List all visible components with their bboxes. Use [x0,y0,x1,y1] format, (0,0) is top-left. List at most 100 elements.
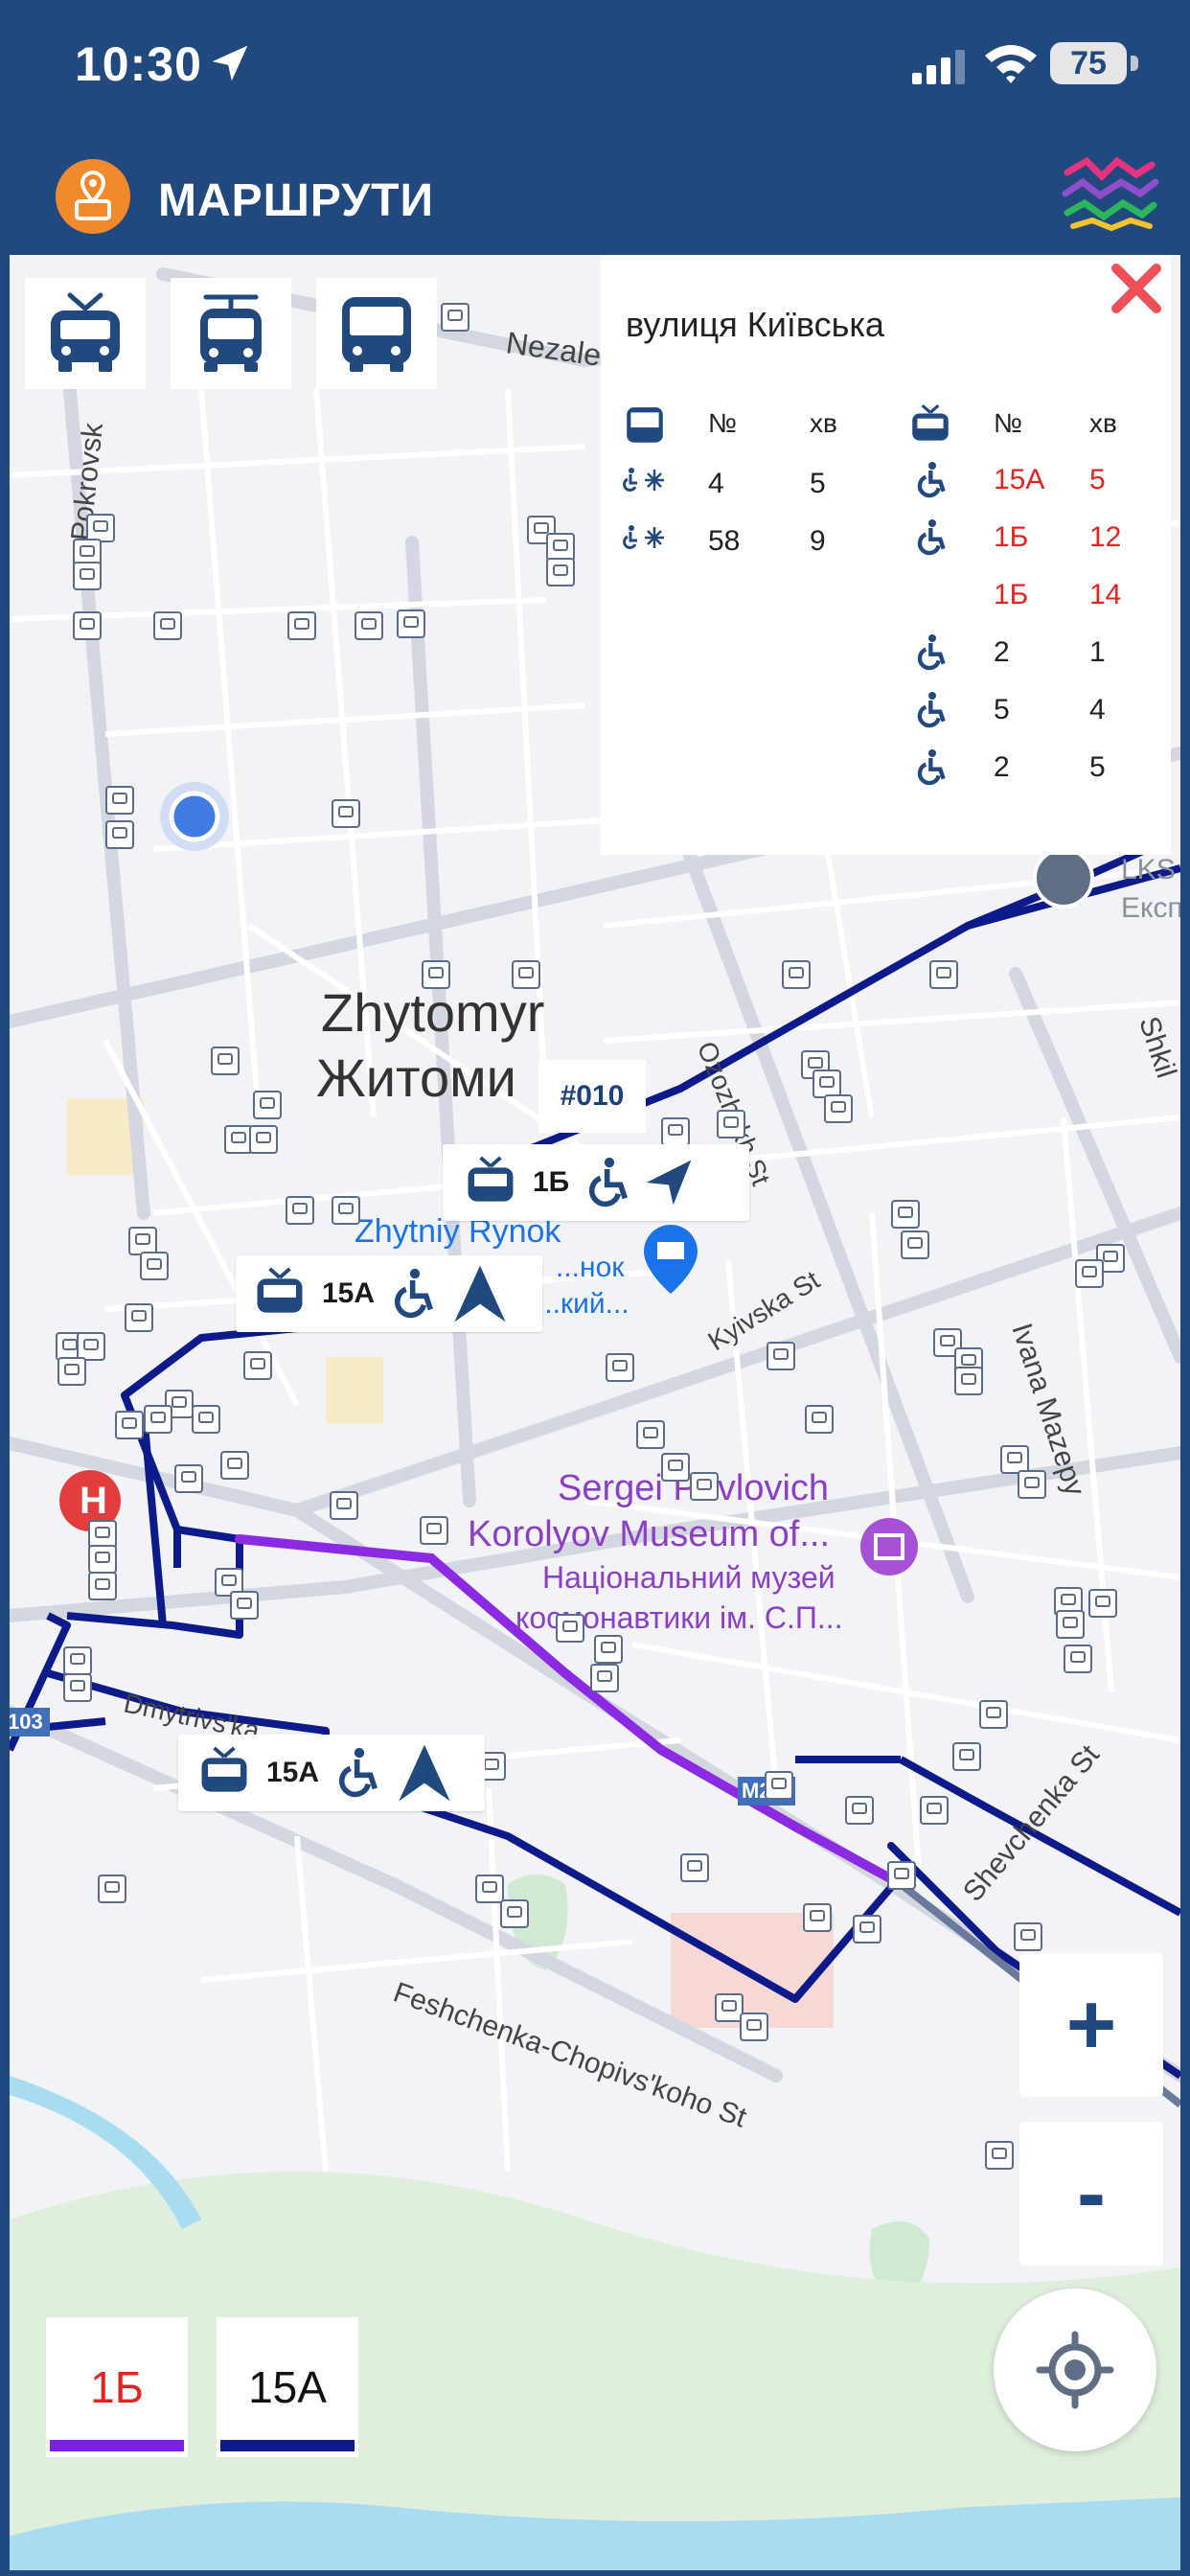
stop-marker-icon[interactable] [332,1196,360,1225]
stop-marker-icon[interactable] [803,1903,832,1932]
stop-marker-icon[interactable] [286,1196,314,1225]
bus-icon [342,297,411,372]
vehicle-marker[interactable]: 15А [236,1255,542,1332]
stop-marker-icon[interactable] [717,1110,745,1138]
stop-marker-icon[interactable] [73,611,102,640]
stop-marker-icon[interactable] [661,1117,690,1146]
stop-marker-icon[interactable] [253,1091,282,1119]
stop-marker-icon[interactable] [1064,1644,1092,1673]
bus-mode-button[interactable] [316,278,437,389]
stop-marker-icon[interactable] [853,1915,881,1944]
stop-marker-icon[interactable] [500,1899,529,1928]
stop-marker-icon[interactable] [901,1230,929,1259]
stop-marker-icon[interactable] [57,1357,86,1386]
stop-marker-icon[interactable] [1014,1922,1042,1951]
locate-me-button[interactable] [994,2288,1156,2451]
stop-marker-icon[interactable] [144,1405,172,1434]
stop-marker-icon[interactable] [355,611,383,640]
stop-marker-icon[interactable] [153,611,182,640]
trolleybus-icon [51,292,120,372]
stop-marker-icon[interactable] [105,820,134,849]
stop-marker-icon[interactable] [125,1303,153,1332]
stop-marker-icon[interactable] [740,2012,768,2041]
stop-marker-icon[interactable] [220,1451,249,1480]
stop-marker-icon[interactable] [765,1771,793,1800]
stop-marker-icon[interactable] [512,960,540,989]
trolleybus-mode-button[interactable] [25,278,146,389]
stop-marker-icon[interactable] [88,1545,117,1574]
stop-marker-icon[interactable] [805,1405,834,1434]
stop-marker-icon[interactable] [475,1874,504,1903]
stop-marker-icon[interactable] [249,1125,278,1154]
stop-marker-icon[interactable] [1075,1259,1104,1288]
map-view[interactable]: Nezale Pokrovsk Zhytomyr Житоми Zhytniy … [10,255,1180,2570]
stop-marker-icon[interactable] [594,1635,623,1664]
stop-marker-icon[interactable] [332,799,360,828]
stop-marker-icon[interactable] [546,558,575,586]
bus-arrival-min: 5 [810,468,826,499]
stop-marker-icon[interactable] [105,786,134,815]
stop-marker-icon[interactable] [230,1591,259,1620]
stop-marker-icon[interactable] [824,1094,853,1123]
wheelchair-icon [913,632,951,678]
stop-marker-icon[interactable] [661,1453,690,1482]
route-chip-label: 15А [248,2362,327,2412]
zoom-out-button[interactable]: - [1019,2122,1163,2266]
stop-marker-icon[interactable] [1088,1589,1117,1618]
stop-marker-icon[interactable] [680,1853,709,1882]
trolley-arrival-min: 1 [1089,636,1106,668]
stop-marker-icon[interactable] [287,611,316,640]
city-brand-icon[interactable] [1058,153,1163,234]
stop-marker-icon[interactable] [954,1367,983,1395]
stop-marker-icon[interactable] [887,1861,916,1890]
stop-marker-icon[interactable] [891,1200,920,1229]
close-icon[interactable] [1109,261,1164,316]
trolley-arrival-min: 5 [1089,751,1106,783]
stop-marker-icon[interactable] [397,610,425,638]
stop-marker-icon[interactable] [929,960,958,989]
stop-marker-icon[interactable] [211,1046,240,1075]
stop-marker-icon[interactable] [979,1700,1008,1729]
vehicle-marker[interactable]: 1Б [443,1144,749,1221]
stop-marker-icon[interactable] [782,960,811,989]
vehicle-route-number: 15А [322,1277,376,1309]
route-chip-1b[interactable]: 1Б [46,2317,188,2457]
stop-marker-icon[interactable] [636,1420,665,1449]
stop-marker-icon[interactable] [767,1342,795,1370]
map-label-lks: LKS [1121,854,1176,886]
app-logo-icon[interactable] [56,159,130,234]
route-chip-15a[interactable]: 15А [217,2317,358,2457]
stop-marker-icon[interactable] [115,1411,144,1439]
stop-marker-icon[interactable] [420,1516,448,1545]
app-header: МАРШРУТИ [0,144,1190,249]
stop-marker-icon[interactable] [606,1353,634,1382]
vehicle-id-badge[interactable]: #010 [538,1060,646,1133]
stop-marker-icon[interactable] [140,1252,169,1280]
stop-marker-icon[interactable] [985,2141,1014,2170]
wheelchair-snow-icon [623,525,664,549]
trolley-arrival-min: 12 [1089,521,1122,553]
stop-marker-icon[interactable] [441,303,469,332]
stop-marker-icon[interactable] [63,1646,92,1675]
stop-marker-icon[interactable] [243,1351,272,1380]
stop-marker-icon[interactable] [920,1796,949,1825]
stop-marker-icon[interactable] [422,960,450,989]
stop-marker-icon[interactable] [98,1874,126,1903]
vehicle-marker[interactable]: 15А [178,1735,485,1811]
stop-marker-icon[interactable] [174,1464,203,1493]
stop-marker-icon[interactable] [88,1572,117,1600]
stop-marker-icon[interactable] [952,1742,981,1771]
stop-marker-icon[interactable] [690,1472,719,1501]
stop-marker-icon[interactable] [192,1405,220,1434]
stop-marker-icon[interactable] [73,562,102,590]
stop-marker-icon[interactable] [63,1673,92,1702]
stop-marker-icon[interactable] [1018,1470,1046,1499]
stop-marker-icon[interactable] [845,1796,874,1825]
crosshair-icon [1036,2331,1114,2409]
stop-marker-icon[interactable] [330,1491,358,1520]
zoom-in-button[interactable]: + [1019,1953,1163,2097]
stop-marker-icon[interactable] [556,1614,584,1643]
stop-marker-icon[interactable] [590,1664,619,1692]
stop-marker-icon[interactable] [1056,1610,1085,1639]
tram-mode-button[interactable] [171,278,291,389]
